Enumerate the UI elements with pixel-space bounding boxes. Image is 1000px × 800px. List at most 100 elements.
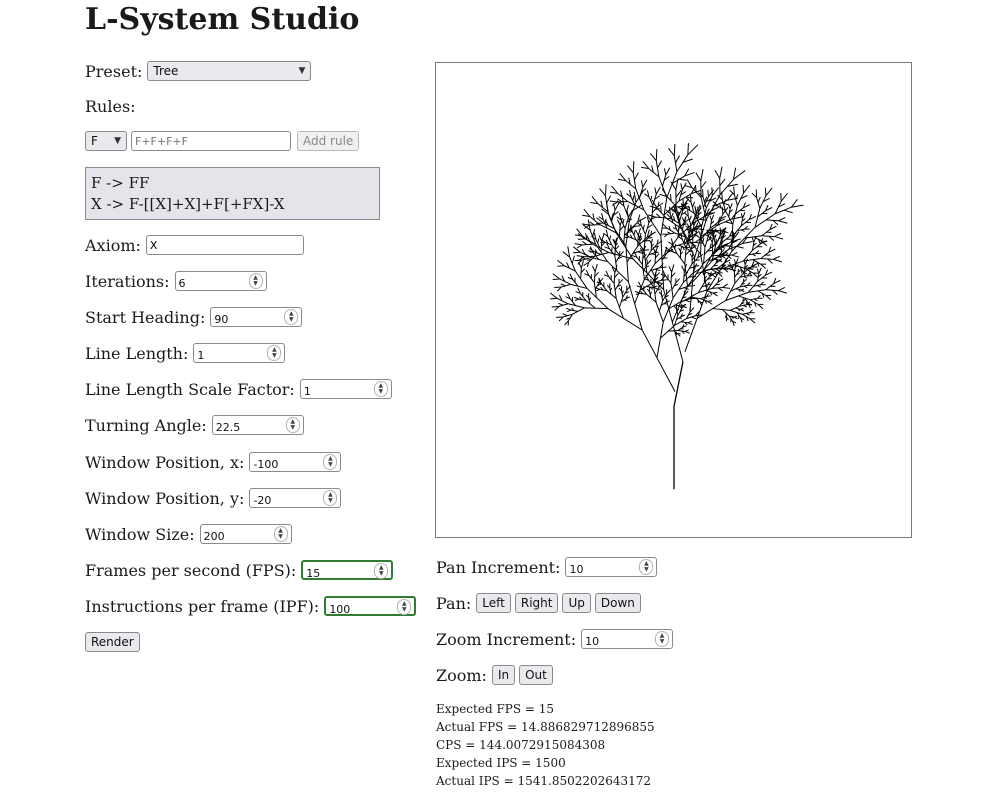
branch-segment [594,264,598,272]
branch-segment [670,282,674,298]
branch-segment [707,300,713,305]
branch-segment [599,188,606,197]
branch-segment [722,283,728,288]
spinner-icon[interactable]: ▲ ▼ [284,309,299,325]
window-size-input[interactable] [200,527,269,546]
branch-segment [712,286,723,289]
branch-segment [606,195,612,204]
scale-factor-label: Line Length Scale Factor: [85,379,295,399]
branch-segment [585,300,596,309]
branch-segment [742,184,745,193]
start-heading-input[interactable] [211,310,280,329]
preset-select[interactable]: Tree ▼ [147,61,312,81]
branch-segment [707,300,713,302]
fps-input[interactable] [303,565,370,582]
ipf-stepper[interactable]: ▲▼ [324,596,417,618]
branch-segment [576,255,585,258]
pan-up-button[interactable]: Up [562,593,591,613]
line-length-input[interactable] [194,346,263,365]
branch-segment [783,209,793,214]
scale-factor-stepper[interactable]: ▲▼ [299,379,392,401]
zoom-increment-input[interactable] [582,632,651,651]
iterations-input[interactable] [175,274,244,293]
branch-segment [753,298,758,302]
start-heading-stepper[interactable]: ▲▼ [210,307,303,329]
axiom-input[interactable] [145,235,304,255]
window-y-input[interactable] [250,491,319,510]
branch-segment [743,304,748,308]
branch-segment [719,227,722,235]
line-length-stepper[interactable]: ▲▼ [193,343,286,365]
branch-segment [566,307,572,311]
spinner-icon[interactable]: ▲ ▼ [285,417,300,433]
branch-segment [658,300,664,312]
zoom-label: Zoom: [436,665,487,685]
branch-segment [649,291,653,295]
rule-symbol-select[interactable]: F ▼ [85,131,127,151]
axiom-row: Axiom: [85,232,304,258]
window-x-stepper[interactable]: ▲▼ [249,452,342,474]
branch-segment [654,245,659,248]
turning-angle-row: Turning Angle: ▲▼ [85,412,304,438]
branch-segment [722,286,731,289]
branch-segment [757,290,767,296]
iterations-stepper[interactable]: ▲▼ [174,271,267,293]
branch-segment [580,267,582,279]
branch-segment [613,272,616,284]
spinner-icon[interactable]: ▲ ▼ [397,599,412,615]
branch-segment [683,238,686,244]
spinner-icon[interactable]: ▲ ▼ [248,273,263,289]
branch-segment [722,206,729,215]
spinner-icon[interactable]: ▲ ▼ [267,345,282,361]
pan-increment-stepper[interactable]: ▲▼ [565,557,658,579]
turning-angle-input[interactable] [212,418,281,437]
spinner-icon[interactable]: ▲ ▼ [323,490,338,506]
branch-segment [687,322,693,325]
spinner-icon[interactable]: ▲ ▼ [323,454,338,470]
pan-right-button[interactable]: Right [514,593,559,613]
branch-segment [591,265,596,272]
branch-segment [718,258,722,261]
zoom-row: Zoom: In Out [436,662,557,688]
line-length-label: Line Length: [85,343,189,363]
branch-segment [731,251,738,256]
ipf-input[interactable] [326,601,393,618]
branch-segment [655,186,661,195]
branch-segment [615,255,621,263]
branch-segment [743,249,753,262]
render-row: Render [85,629,144,655]
plant-drawing [550,143,804,490]
spinner-icon[interactable]: ▲ ▼ [374,563,389,579]
render-canvas[interactable] [435,62,912,538]
spinner-icon[interactable]: ▲ ▼ [273,526,288,542]
scale-factor-input[interactable] [300,382,369,401]
turning-angle-stepper[interactable]: ▲▼ [211,415,304,437]
start-heading-row: Start Heading: ▲▼ [85,304,303,330]
fps-stepper[interactable]: ▲▼ [301,560,394,582]
window-y-stepper[interactable]: ▲▼ [249,488,342,510]
zoom-increment-stepper[interactable]: ▲▼ [581,629,674,651]
pan-left-button[interactable]: Left [476,593,511,613]
branch-segment [668,148,675,157]
zoom-in-button[interactable]: In [491,665,516,685]
zoom-out-button[interactable]: Out [519,665,553,685]
window-y-row: Window Position, y: ▲▼ [85,485,342,511]
branch-segment [712,308,731,311]
window-x-input[interactable] [250,455,319,474]
branch-segment [689,194,692,203]
branch-segment [742,212,746,218]
add-rule-button[interactable]: Add rule [297,131,360,151]
stat-line: Expected FPS = 15 [436,702,555,716]
branch-segment [766,219,779,222]
branch-segment [573,296,579,300]
spinner-icon[interactable]: ▲ ▼ [639,559,654,575]
pan-down-button[interactable]: Down [594,593,641,613]
branch-segment [670,194,672,202]
spinner-icon[interactable]: ▲ ▼ [373,381,388,397]
render-button[interactable]: Render [85,632,140,652]
spinner-icon[interactable]: ▲ ▼ [655,631,670,647]
pan-increment-input[interactable] [566,560,635,579]
rule-input[interactable] [131,131,291,151]
window-size-stepper[interactable]: ▲▼ [199,524,292,546]
branch-segment [571,255,575,264]
